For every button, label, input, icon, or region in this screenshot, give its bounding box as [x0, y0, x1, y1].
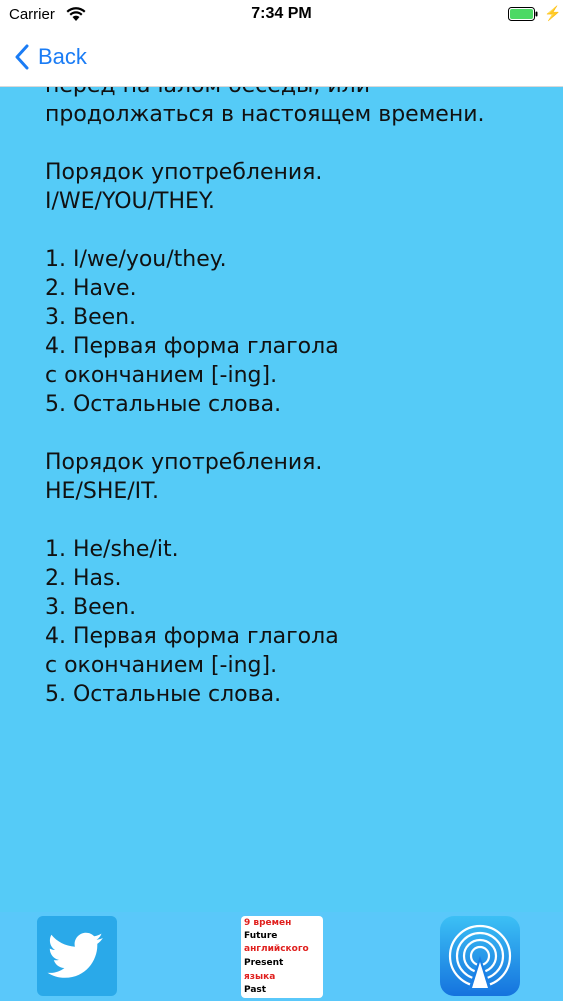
text-line: 2. Has.	[45, 566, 122, 591]
text-line: 1. I/we/you/they.	[45, 247, 227, 272]
promo-line: языка	[244, 972, 276, 982]
text-line: I/WE/YOU/THEY.	[45, 189, 215, 214]
lesson-text: перед началом беседы, или продолжаться в…	[45, 71, 545, 709]
text-line: 4. Первая форма глагола	[45, 624, 339, 649]
text-line	[45, 419, 545, 448]
content-scroll-area[interactable]: перед началом беседы, или продолжаться в…	[0, 0, 563, 912]
text-line: Порядок употребления.	[45, 450, 323, 475]
text-line: с окончанием [-ing].	[45, 363, 278, 388]
navigation-bar: Back	[0, 30, 563, 87]
text-line: 3. Been.	[45, 305, 137, 330]
text-line: с окончанием [-ing].	[45, 653, 278, 678]
back-label: Back	[38, 44, 87, 69]
text-line	[45, 506, 545, 535]
back-button[interactable]: Back	[14, 40, 87, 74]
charging-icon: ⚡	[544, 5, 562, 21]
promo-line: Past	[244, 985, 267, 995]
text-line: 3. Been.	[45, 595, 137, 620]
text-line: 5. Остальные слова.	[45, 392, 282, 417]
battery-icon	[508, 7, 538, 21]
twitter-bird-icon	[47, 932, 103, 978]
text-line: Порядок употребления.	[45, 160, 323, 185]
text-line: 5. Остальные слова.	[45, 682, 282, 707]
text-line: 4. Первая форма глагола	[45, 334, 339, 359]
app-promo-button[interactable]: 9 времен Future английского Present язык…	[241, 916, 323, 998]
status-bar: Carrier 7:34 PM ⚡	[0, 0, 563, 30]
promo-line: английского	[244, 944, 309, 954]
text-line: HE/SHE/IT.	[45, 479, 159, 504]
promo-line: 9 времен	[244, 918, 292, 928]
airdrop-button[interactable]	[440, 916, 520, 996]
bottom-bar: 9 времен Future английского Present язык…	[0, 912, 563, 1000]
airdrop-icon	[448, 924, 512, 990]
chevron-left-icon	[15, 44, 29, 70]
text-line	[45, 129, 545, 158]
text-line: 1. He/she/it.	[45, 537, 179, 562]
clock: 7:34 PM	[251, 5, 312, 22]
text-line: 2. Have.	[45, 276, 137, 301]
promo-line: Future	[244, 931, 278, 941]
promo-line: Present	[244, 958, 284, 968]
twitter-button[interactable]	[37, 916, 117, 996]
text-line: продолжаться в настоящем времени.	[45, 102, 485, 127]
text-line	[45, 216, 545, 245]
